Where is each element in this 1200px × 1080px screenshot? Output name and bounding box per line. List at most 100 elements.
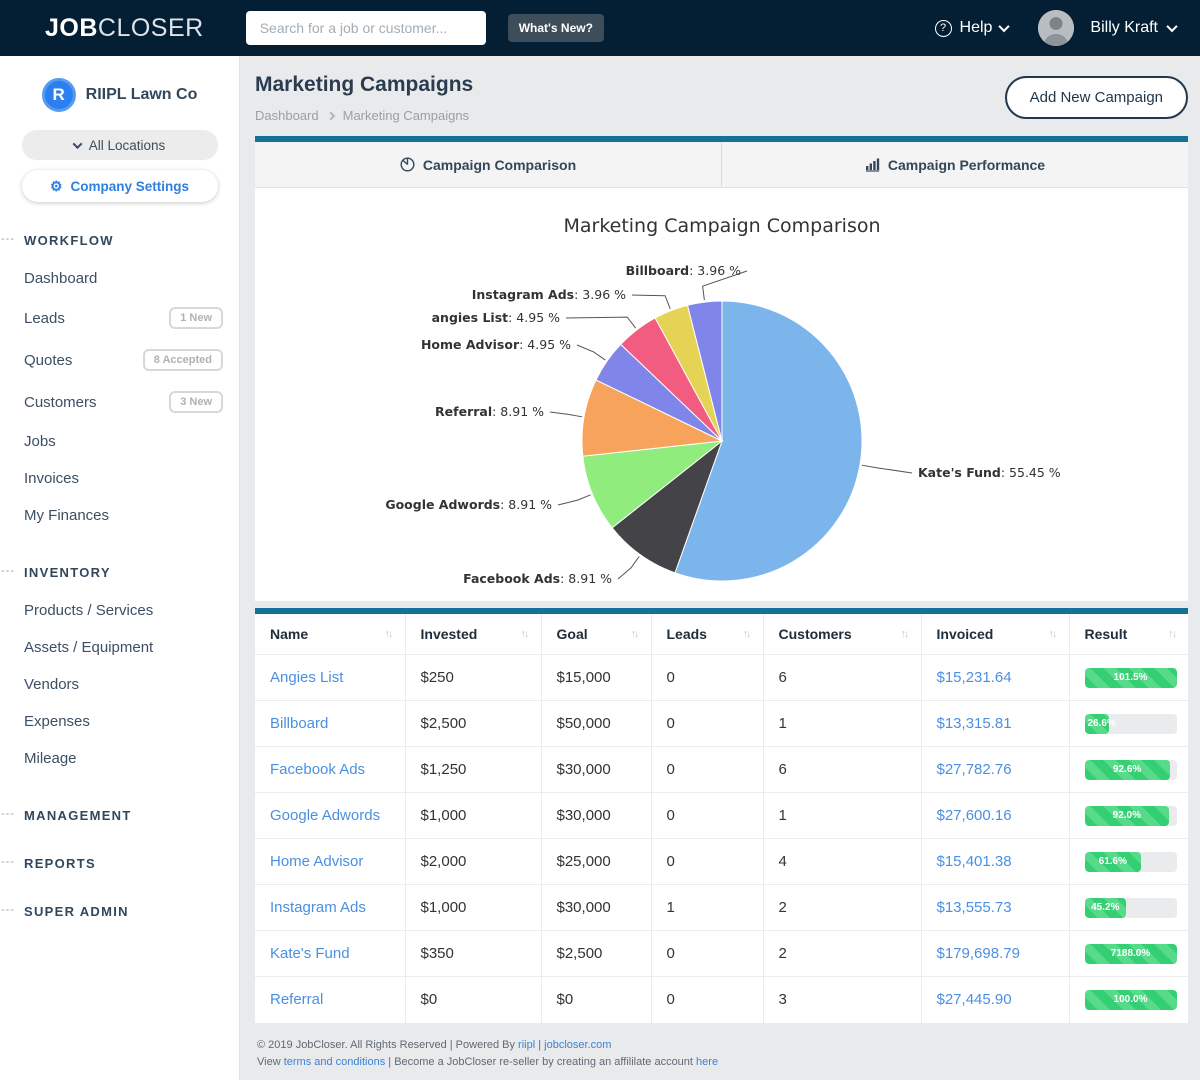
pie-label-name: Facebook Ads: [463, 571, 560, 586]
invoiced-link[interactable]: $15,401.38: [937, 853, 1012, 870]
sidebar-item-label: Products / Services: [24, 602, 153, 619]
sidebar-item-mileage[interactable]: Mileage: [24, 740, 239, 777]
whats-new-button[interactable]: What's New?: [508, 14, 604, 42]
sort-icon[interactable]: ↑↓: [385, 628, 392, 640]
customers-value-cell: 3: [763, 977, 921, 1023]
tab-label: Campaign Performance: [888, 157, 1045, 173]
sidebar-item-jobs[interactable]: Jobs: [24, 423, 239, 460]
pie-label-value: : 4.95 %: [519, 337, 571, 352]
column-header-result[interactable]: Result↑↓: [1069, 614, 1188, 655]
search-input[interactable]: [246, 11, 486, 45]
pie-chart-icon: [400, 157, 415, 172]
invoiced-link[interactable]: $13,315.81: [937, 715, 1012, 732]
sort-icon[interactable]: ↑↓: [631, 628, 638, 640]
footer-divider: |: [538, 1039, 541, 1051]
sort-icon[interactable]: ↑↓: [901, 628, 908, 640]
sidebar-nav: WORKFLOW DashboardLeads1 NewQuotes8 Accep…: [0, 232, 239, 921]
result-progress-bar: 100.0%: [1085, 990, 1177, 1010]
campaign-name-link[interactable]: Billboard: [270, 715, 328, 732]
sidebar-item-invoices[interactable]: Invoices: [24, 460, 239, 497]
sidebar-item-label: Leads: [24, 310, 65, 327]
app-logo[interactable]: JOBCLOSER: [45, 14, 204, 43]
sidebar-item-quotes[interactable]: Quotes8 Accepted: [24, 339, 239, 381]
chevron-down-icon: [1166, 21, 1177, 32]
tab-campaign-comparison[interactable]: Campaign Comparison: [255, 142, 721, 187]
section-label-management[interactable]: MANAGEMENT: [24, 808, 132, 823]
invoiced-link-cell: $27,782.76: [921, 747, 1069, 793]
campaign-name-link[interactable]: Home Advisor: [270, 853, 363, 870]
progress-label: 92.0%: [1113, 806, 1141, 826]
column-label: Name: [270, 626, 308, 642]
section-label-reports[interactable]: REPORTS: [24, 856, 96, 871]
invoiced-link[interactable]: $15,231.64: [937, 669, 1012, 686]
company-settings-button[interactable]: ⚙ Company Settings: [22, 170, 218, 202]
terms-link[interactable]: terms and conditions: [284, 1056, 386, 1068]
invoiced-link-cell: $13,555.73: [921, 885, 1069, 931]
section-label-inventory[interactable]: INVENTORY: [24, 565, 111, 580]
campaign-name-link[interactable]: Kate's Fund: [270, 945, 350, 962]
riipl-link[interactable]: riipl: [518, 1039, 535, 1051]
sidebar-item-expenses[interactable]: Expenses: [24, 703, 239, 740]
leads-value: 0: [667, 669, 675, 686]
sort-icon[interactable]: ↑↓: [1168, 628, 1175, 640]
campaign-table-card: Name↑↓Invested↑↓Goal↑↓Leads↑↓Customers↑↓…: [255, 608, 1188, 1023]
column-header-leads[interactable]: Leads↑↓: [651, 614, 763, 655]
campaign-name-link[interactable]: Angies List: [270, 669, 343, 686]
sidebar-item-label: Expenses: [24, 713, 90, 730]
sidebar-item-vendors[interactable]: Vendors: [24, 666, 239, 703]
pie-label-angies-list: angies List: 4.95 %: [432, 310, 561, 325]
section-label-workflow[interactable]: WORKFLOW: [24, 233, 114, 248]
invoiced-link[interactable]: $179,698.79: [937, 945, 1020, 962]
sort-icon[interactable]: ↑↓: [521, 628, 528, 640]
customers-value: 2: [779, 945, 787, 962]
column-header-goal[interactable]: Goal↑↓: [541, 614, 651, 655]
customers-value-cell: 1: [763, 793, 921, 839]
here-link[interactable]: here: [696, 1056, 718, 1068]
campaign-name-link[interactable]: Facebook Ads: [270, 761, 365, 778]
add-new-campaign-button[interactable]: Add New Campaign: [1005, 76, 1188, 119]
sidebar-item-products-services[interactable]: Products / Services: [24, 592, 239, 629]
sidebar-item-label: Invoices: [24, 470, 79, 487]
pie-label-name: Billboard: [626, 263, 689, 278]
goal-value: $15,000: [557, 669, 611, 686]
pie-label-value: : 55.45 %: [1001, 465, 1061, 480]
campaign-name-link[interactable]: Google Adwords: [270, 807, 380, 824]
customers-value: 4: [779, 853, 787, 870]
tab-campaign-performance[interactable]: Campaign Performance: [721, 142, 1188, 187]
column-header-invoiced[interactable]: Invoiced↑↓: [921, 614, 1069, 655]
sort-icon[interactable]: ↑↓: [1049, 628, 1056, 640]
result-cell: 101.5%: [1069, 655, 1188, 701]
invoiced-link[interactable]: $27,445.90: [937, 991, 1012, 1008]
campaign-name-link[interactable]: Referral: [270, 991, 323, 1008]
all-locations-dropdown[interactable]: All Locations: [22, 130, 218, 160]
campaign-table: Name↑↓Invested↑↓Goal↑↓Leads↑↓Customers↑↓…: [255, 614, 1188, 1023]
column-header-customers[interactable]: Customers↑↓: [763, 614, 921, 655]
jobcloser-link[interactable]: jobcloser.com: [544, 1039, 611, 1051]
sidebar-item-leads[interactable]: Leads1 New: [24, 297, 239, 339]
sidebar-item-customers[interactable]: Customers3 New: [24, 381, 239, 423]
sidebar-item-assets-equipment[interactable]: Assets / Equipment: [24, 629, 239, 666]
user-menu[interactable]: Billy Kraft: [1090, 19, 1176, 37]
column-header-name[interactable]: Name ↑↓: [255, 614, 405, 655]
sidebar-item-dashboard[interactable]: Dashboard: [24, 260, 239, 297]
progress-fill: 61.6%: [1085, 852, 1142, 872]
invested-value-cell: $1,000: [405, 885, 541, 931]
invoiced-link[interactable]: $13,555.73: [937, 899, 1012, 916]
sidebar-item-my-finances[interactable]: My Finances: [24, 497, 239, 534]
leads-value-cell: 0: [651, 977, 763, 1023]
user-avatar[interactable]: [1038, 10, 1074, 46]
breadcrumb-dashboard[interactable]: Dashboard: [255, 108, 319, 123]
label-connector-line: [566, 317, 636, 328]
section-label-super-admin[interactable]: SUPER ADMIN: [24, 904, 129, 919]
invoiced-link[interactable]: $27,782.76: [937, 761, 1012, 778]
campaign-name-link[interactable]: Instagram Ads: [270, 899, 366, 916]
leads-value-cell: 0: [651, 655, 763, 701]
leads-value: 0: [667, 853, 675, 870]
column-header-invested[interactable]: Invested↑↓: [405, 614, 541, 655]
sort-icon[interactable]: ↑↓: [743, 628, 750, 640]
invoiced-link[interactable]: $27,600.16: [937, 807, 1012, 824]
help-menu[interactable]: ? Help: [935, 19, 1009, 37]
customers-value: 3: [779, 991, 787, 1008]
label-connector-line: [577, 345, 605, 360]
sidebar-section-reports: REPORTS: [0, 855, 239, 873]
